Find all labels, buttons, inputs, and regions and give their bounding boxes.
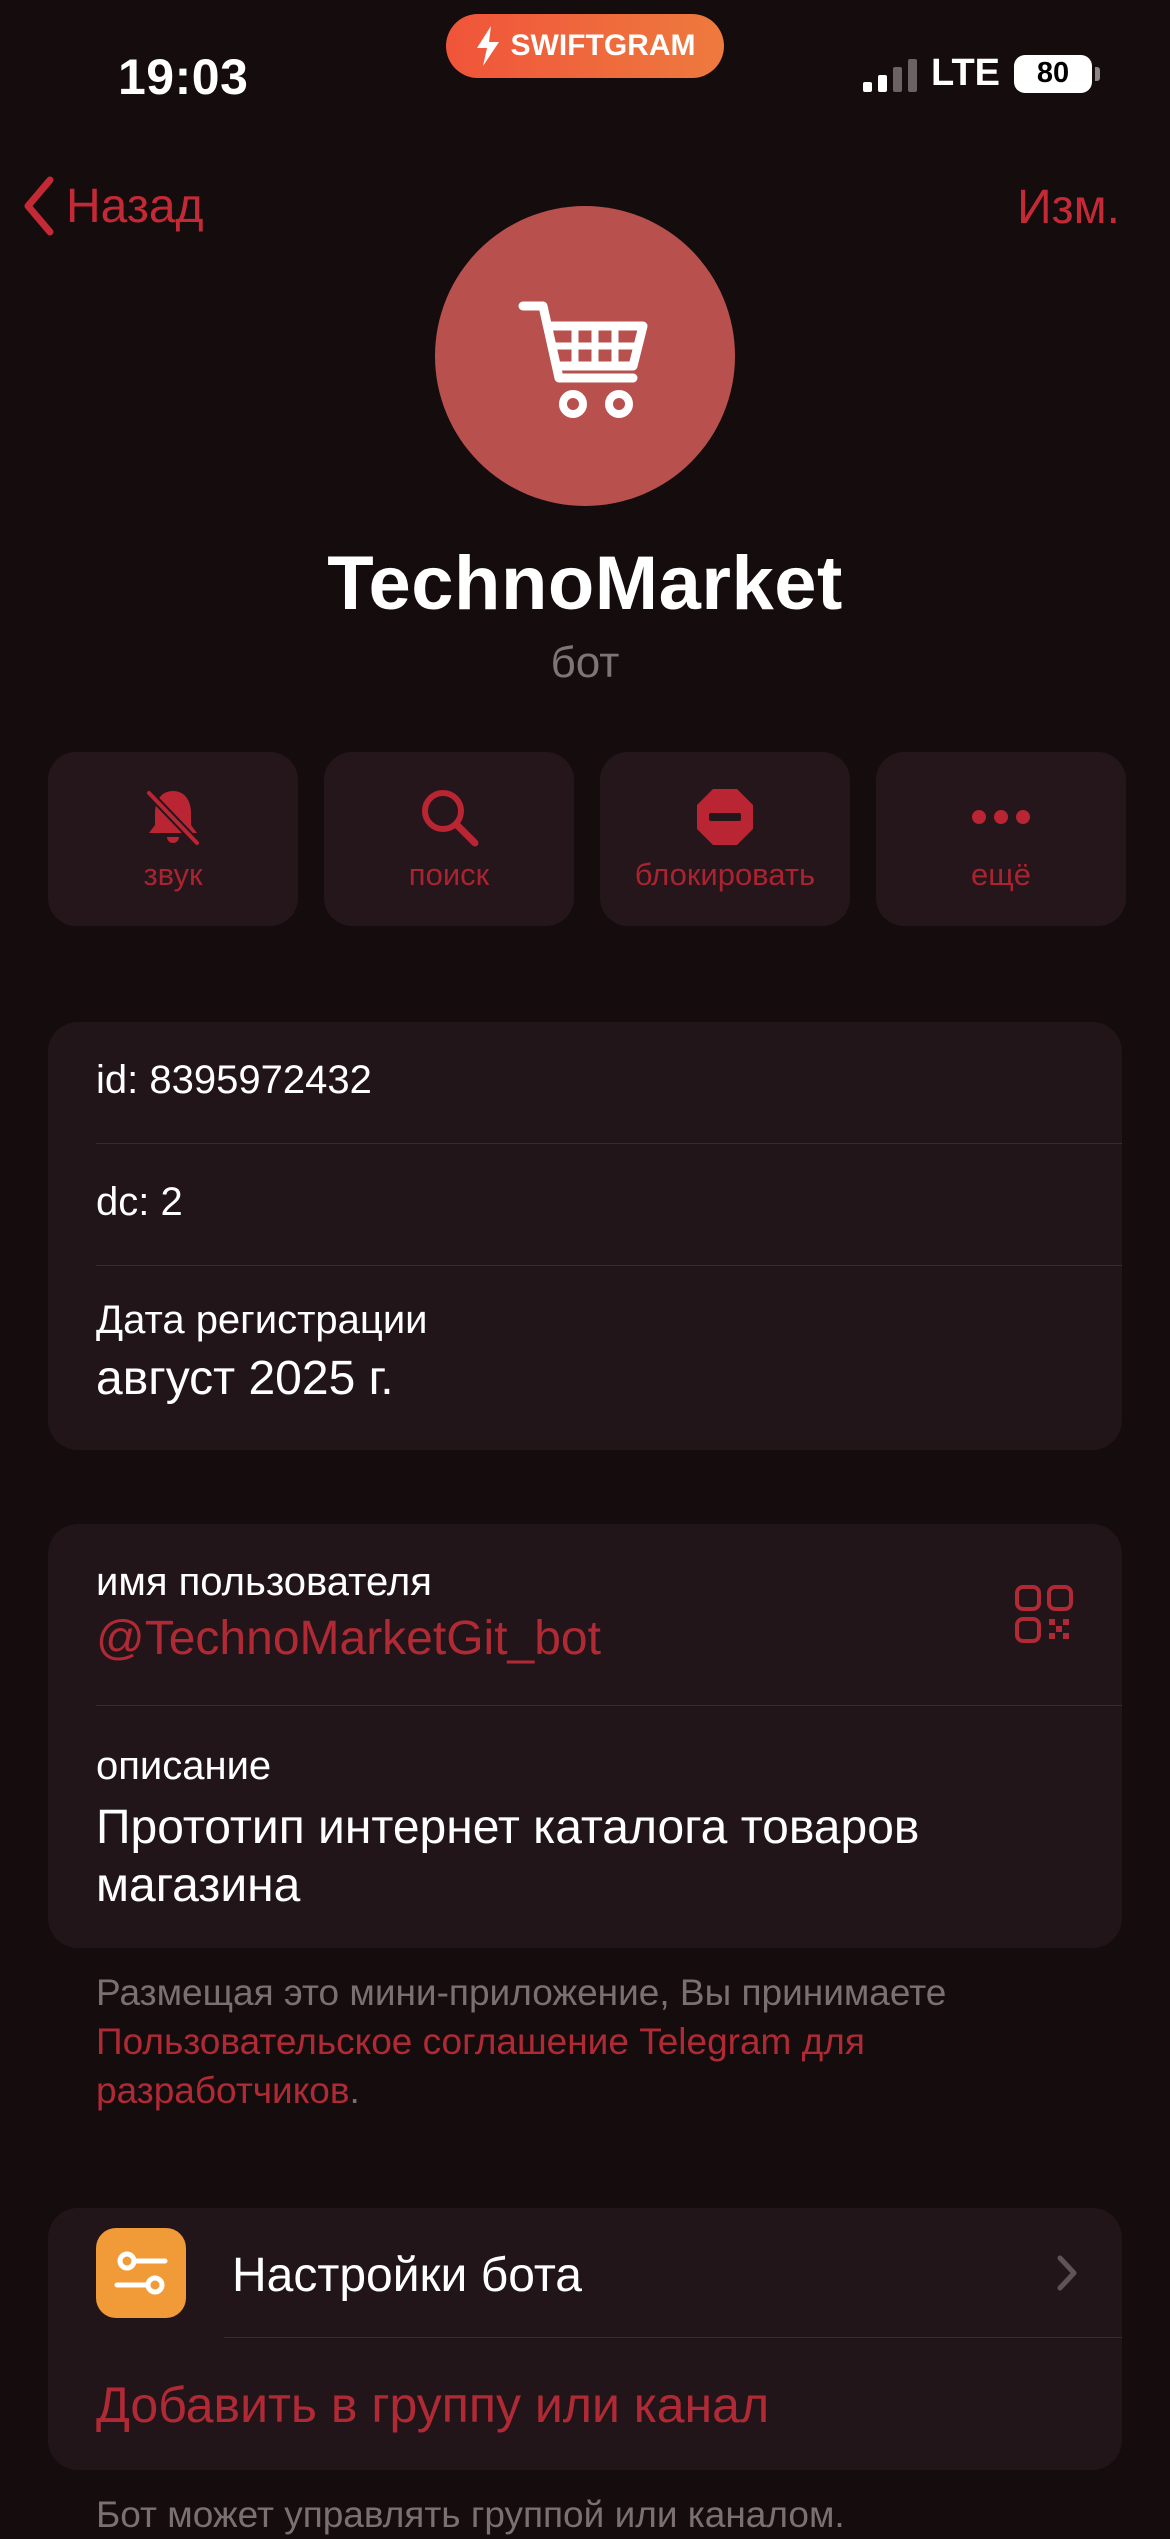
registration-label: Дата регистрации [96,1298,428,1342]
chevron-left-icon [24,176,54,236]
bot-settings-label: Настройки бота [232,2249,582,2302]
description-row: описание Прототип интернет каталога това… [48,1706,1122,1948]
registration-row: Дата регистрации август 2025 г. [48,1266,1122,1450]
username-label: имя пользователя [96,1560,432,1604]
info-card: id: 8395972432 dc: 2 Дата регистрации ав… [48,1022,1122,1450]
battery-icon: 80 [1014,54,1100,93]
action-label: поиск [408,857,490,892]
swiftgram-badge[interactable]: SWIFTGRAM [446,14,724,78]
add-to-group-label: Добавить в группу или канал [96,2377,770,2433]
block-button[interactable]: блокировать [600,752,850,926]
action-label: звук [143,857,203,892]
signal-icon [863,56,918,92]
action-label: ещё [971,857,1031,892]
add-to-group-button[interactable]: Добавить в группу или канал [48,2338,1122,2470]
status-time: 19:03 [118,49,249,105]
terms-footnote: Размещая это мини-приложение, Вы принима… [96,1968,1056,2115]
status-indicators: LTE 80 [863,52,1100,95]
chevron-right-icon [1057,2255,1077,2291]
lightning-icon [476,26,499,66]
battery-level: 80 [1036,57,1070,89]
network-type: LTE [931,52,1000,94]
bot-actions-card: Настройки бота Добавить в группу или кан… [48,2208,1122,2470]
block-icon [697,789,753,845]
username-link[interactable]: @TechnoMarketGit_bot [96,1611,1122,1666]
more-icon [972,810,1030,824]
profile-name: TechnoMarket [327,541,843,626]
mute-button[interactable]: звук [48,752,298,926]
back-button[interactable]: Назад [22,176,204,236]
edit-button[interactable]: Изм. [1017,180,1120,235]
bot-settings-row[interactable]: Настройки бота [48,2208,1122,2338]
search-button[interactable]: поиск [324,752,574,926]
profile-type: бот [550,638,620,687]
more-button[interactable]: ещё [876,752,1126,926]
bell-slash-icon [146,790,200,846]
action-bar: звук поиск блокировать ещё [48,752,1126,926]
dc-row[interactable]: dc: 2 [48,1144,1122,1266]
username-row[interactable]: имя пользователя @TechnoMarketGit_bot [48,1524,1122,1706]
bot-settings-icon-bg [96,2228,186,2318]
swiftgram-label: SWIFTGRAM [510,29,696,62]
sliders-icon [114,2251,168,2295]
avatar[interactable] [435,206,735,506]
action-label: блокировать [634,857,816,892]
footnote-end: . [349,2070,360,2111]
dc-value: dc: 2 [96,1180,183,1224]
description-label: описание [96,1744,272,1788]
back-label: Назад [66,179,204,233]
qr-code-icon[interactable] [1014,1584,1074,1644]
id-row[interactable]: id: 8395972432 [48,1022,1122,1144]
id-value: id: 8395972432 [96,1058,372,1102]
developer-terms-link[interactable]: Пользовательское соглашение Telegram для… [96,2021,865,2111]
cart-icon [518,301,648,418]
description-text: Прототип интернет каталога товаров магаз… [96,1801,920,1912]
footnote-text: Размещая это мини-приложение, Вы принима… [96,1972,947,2013]
details-card: имя пользователя @TechnoMarketGit_bot оп… [48,1524,1122,1948]
search-icon [422,790,479,847]
registration-value: август 2025 г. [96,1352,394,1405]
